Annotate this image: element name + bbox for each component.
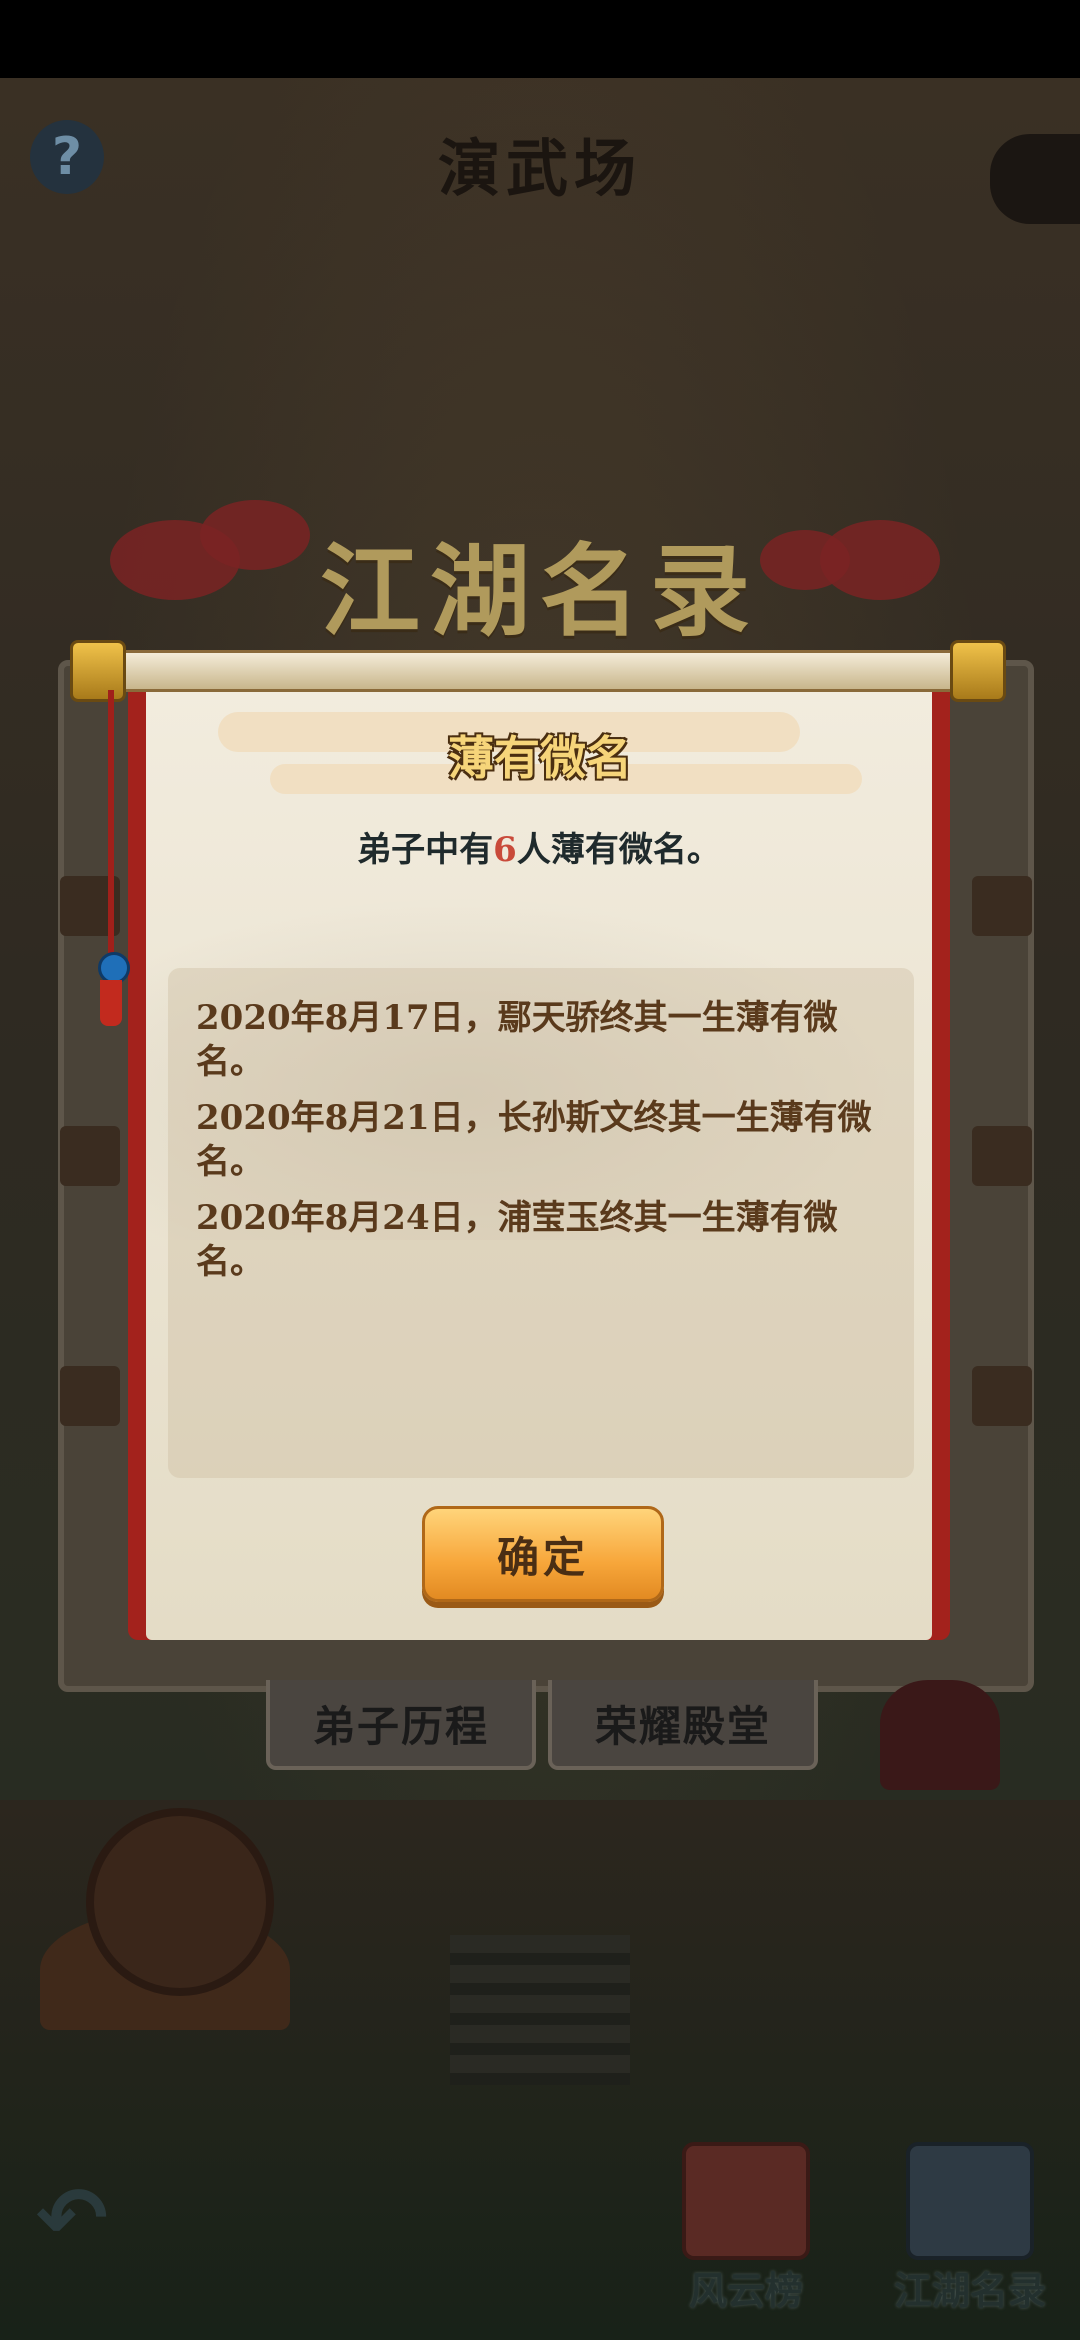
shelf-left bbox=[60, 1366, 120, 1426]
tassel-tail bbox=[100, 980, 122, 1026]
shelf-right bbox=[972, 876, 1032, 936]
shelf-right bbox=[972, 1366, 1032, 1426]
drum bbox=[86, 1808, 274, 1996]
back-arrow-icon: ↶ bbox=[35, 2169, 109, 2269]
record-item: 2020年8月24日，浦莹玉终其一生薄有微名。 bbox=[196, 1198, 838, 1282]
record-item: 2020年8月17日，鄢天骄终其一生薄有微名。 bbox=[196, 998, 838, 1082]
top-right-button[interactable] bbox=[990, 134, 1080, 224]
help-icon: ? bbox=[51, 127, 83, 187]
nav-item-jianghu-records[interactable]: 江湖名录 bbox=[880, 2142, 1060, 2322]
tab-hall-of-fame[interactable]: 荣耀殿堂 bbox=[548, 1680, 818, 1770]
scroll-cap-right bbox=[950, 640, 1006, 702]
stairs bbox=[450, 1935, 630, 2085]
nav-item-ranking[interactable]: 风云榜 bbox=[656, 2142, 836, 2322]
banner-title: 江湖名录 bbox=[320, 532, 760, 650]
tassel-cord bbox=[108, 690, 114, 960]
ranking-scroll-icon bbox=[682, 2142, 810, 2260]
shelf-left bbox=[60, 1126, 120, 1186]
screen-title: 演武场 bbox=[437, 132, 642, 205]
scroll-rod bbox=[86, 650, 1000, 692]
shelf-right bbox=[972, 1126, 1032, 1186]
summary-count: 6 bbox=[493, 830, 517, 870]
summary-prefix: 弟子中有 bbox=[357, 830, 494, 870]
scroll-cap-left bbox=[70, 640, 126, 702]
banner: 江湖名录 bbox=[60, 470, 1020, 660]
dialog-title: 薄有微名 bbox=[448, 731, 632, 785]
character-figure bbox=[880, 1680, 1000, 1790]
confirm-button[interactable]: 确定 bbox=[422, 1506, 664, 1602]
record-item: 2020年8月21日，长孙斯文终其一生薄有微名。 bbox=[196, 1098, 872, 1182]
dialog-summary: 弟子中有6人薄有微名。 bbox=[146, 822, 932, 871]
summary-suffix: 人薄有微名。 bbox=[516, 830, 721, 870]
status-bar bbox=[0, 0, 1080, 78]
help-button[interactable]: ? bbox=[30, 120, 104, 194]
nav-label: 江湖名录 bbox=[893, 2268, 1046, 2313]
tab-disciple-history[interactable]: 弟子历程 bbox=[266, 1680, 536, 1770]
back-button[interactable]: ↶ bbox=[22, 2169, 122, 2269]
book-icon bbox=[906, 2142, 1034, 2260]
nav-label: 风云榜 bbox=[688, 2268, 803, 2313]
